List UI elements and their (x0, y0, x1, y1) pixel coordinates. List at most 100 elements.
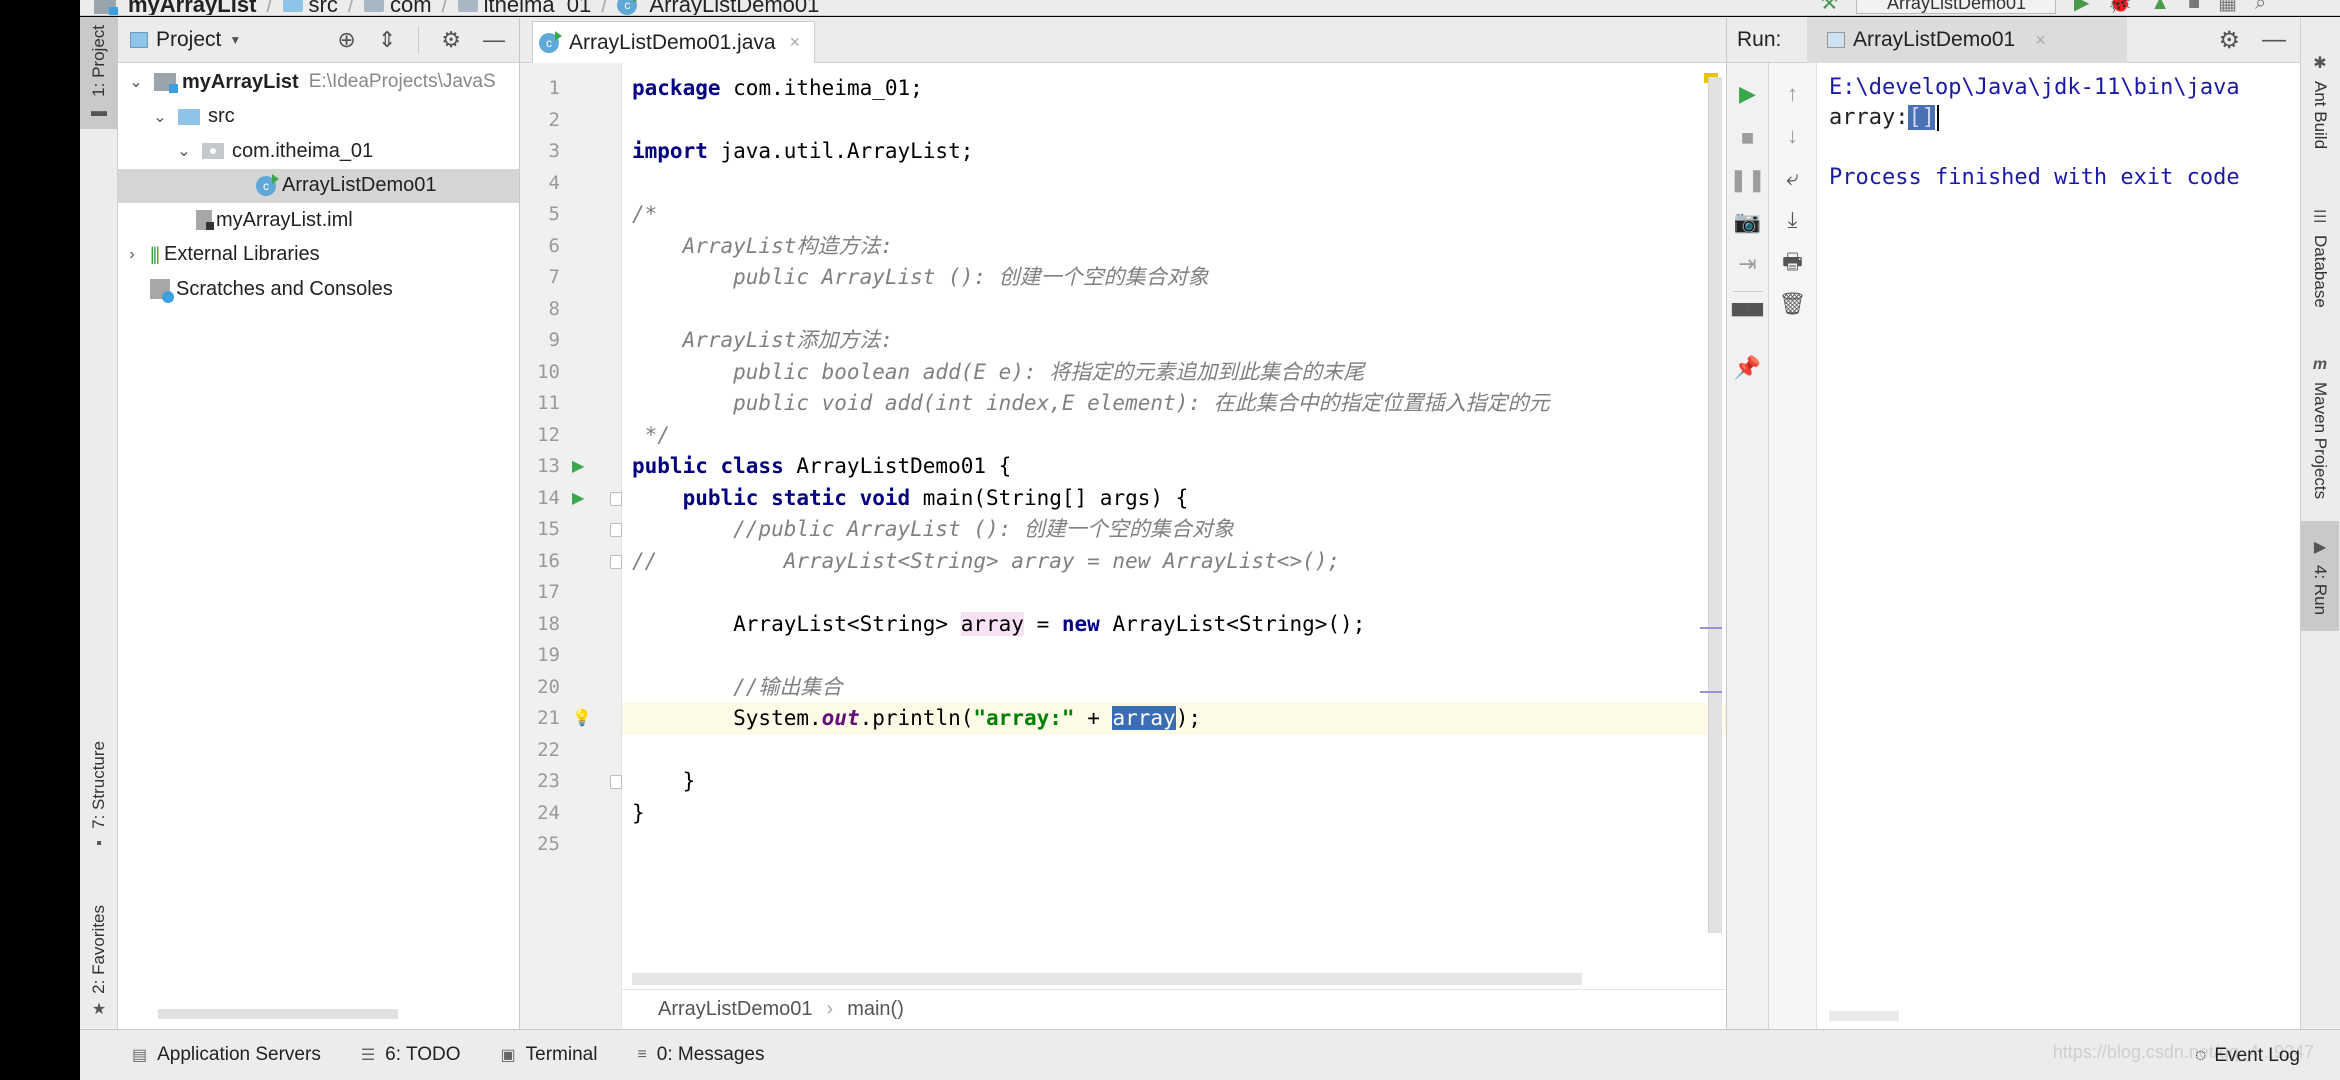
module-icon (94, 0, 118, 15)
print-icon[interactable]: 🖶 (1769, 247, 1816, 277)
fold-icon[interactable] (610, 491, 622, 506)
pause-icon[interactable]: ❚❚ (1727, 165, 1768, 195)
console-line-command: E:\develop\Java\jdk-11\bin\java (1829, 75, 2240, 100)
tool-button-application-servers[interactable]: ▤ Application Servers (132, 1044, 321, 1066)
breadcrumb-item[interactable]: com (363, 0, 432, 15)
tool-button-messages[interactable]: ≡ 0: Messages (637, 1044, 764, 1066)
project-structure-icon[interactable]: ▦ (2218, 0, 2237, 13)
vertical-scrollbar[interactable] (1700, 77, 1722, 933)
run-gutter-icon[interactable]: ▶ (572, 451, 584, 483)
run-icon[interactable]: ▶ (2074, 0, 2089, 13)
breadcrumb-item[interactable]: src (282, 0, 338, 15)
horizontal-scrollbar[interactable] (632, 973, 1582, 985)
folder-icon (282, 0, 303, 12)
class-icon: c (539, 30, 562, 53)
lightbulb-icon[interactable]: 💡 (572, 703, 592, 735)
chevron-down-icon[interactable]: ⌄ (128, 72, 144, 92)
scroll-to-end-icon[interactable]: ⤓ (1769, 205, 1816, 235)
text-cursor (1936, 105, 1939, 131)
breadcrumb-separator: / (347, 0, 354, 16)
tree-item-module[interactable]: ⌄ myArrayList E:\IdeaProjects\JavaS (118, 65, 519, 100)
project-view-icon (130, 31, 148, 48)
breadcrumb-item[interactable]: c ArrayListDemo01 (617, 0, 819, 15)
error-stripe-mark[interactable] (1700, 627, 1722, 629)
search-icon[interactable]: ⌕ (2255, 0, 2266, 13)
run-tab-arraylistdemo01[interactable]: ArrayListDemo01 × (1807, 17, 2127, 63)
breadcrumb-item[interactable]: itheima_01 (457, 0, 591, 15)
console-output[interactable]: E:\develop\Java\jdk-11\bin\java array:[]… (1829, 63, 2300, 1029)
class-icon: c (256, 173, 279, 196)
gear-icon[interactable]: ⚙ (441, 27, 461, 53)
arrow-down-icon[interactable]: ↓ (1769, 121, 1816, 151)
error-stripe-mark[interactable] (1700, 691, 1722, 693)
libraries-icon: ||| (150, 244, 160, 265)
breadcrumb-separator: / (441, 0, 448, 16)
trash-icon[interactable]: 🗑 (1769, 289, 1816, 319)
chevron-down-icon[interactable]: ⌄ (152, 107, 168, 127)
tool-tab-favorites[interactable]: 2: Favorites ★ (80, 887, 118, 1037)
project-view-select[interactable]: Project (156, 28, 221, 52)
tool-button-event-log[interactable]: ◌ Event Log (2195, 1030, 2300, 1080)
tree-item-class[interactable]: c ArrayListDemo01 (118, 168, 519, 203)
coverage-icon[interactable]: ▲ (2150, 0, 2170, 13)
code-line: 4 (548, 171, 560, 194)
soft-wrap-icon[interactable]: ⤶ (1769, 163, 1816, 193)
close-icon[interactable]: × (2035, 30, 2046, 51)
tool-button-terminal[interactable]: ▣ Terminal (501, 1044, 598, 1066)
gear-icon[interactable]: ⚙ (2218, 26, 2240, 55)
tool-tab-database[interactable]: ☰ Database (2301, 187, 2339, 327)
exit-icon[interactable]: ⇥ (1727, 249, 1768, 279)
status-bar: ▤ Application Servers ☰ 6: TODO ▣ Terminal … (80, 1029, 2340, 1080)
package-icon (363, 0, 384, 12)
code-line: 24} (537, 800, 645, 825)
tool-button-todo[interactable]: ☰ 6: TODO (361, 1044, 461, 1066)
chevron-down-icon[interactable]: ▼ (229, 33, 241, 47)
tree-item-src[interactable]: ⌄ src (118, 100, 519, 135)
tool-tab-maven-projects[interactable]: m Maven Projects (2301, 333, 2339, 523)
close-icon[interactable]: × (790, 32, 801, 53)
tool-tab-structure[interactable]: 7: Structure ▪ (80, 717, 118, 877)
code-line: 15 //public ArrayList (): 创建一个空的集合对象 (537, 517, 1234, 541)
tree-item-scratches[interactable]: Scratches and Consoles (118, 272, 519, 307)
breadcrumb-item[interactable]: myArrayList (94, 0, 256, 15)
rerun-icon[interactable]: ▶ (1727, 79, 1768, 109)
run-gutter-icon[interactable]: ▶ (572, 483, 584, 515)
editor-breadcrumb: ArrayListDemo01 › main() (622, 989, 1726, 1029)
horizontal-scrollbar[interactable] (1829, 1011, 1899, 1021)
chevron-right-icon[interactable]: › (124, 246, 140, 264)
collapse-all-icon[interactable]: ⇕ (378, 27, 396, 53)
pin-icon[interactable]: 📌 (1727, 353, 1768, 383)
run-configuration-select[interactable]: ArrayListDemo01 (1855, 0, 2056, 14)
breadcrumb-item[interactable]: ArrayListDemo01 (658, 998, 813, 1021)
tool-tab-project[interactable]: 1: Project ▬ (80, 17, 118, 129)
fold-icon[interactable] (610, 775, 622, 789)
hide-icon[interactable]: — (483, 27, 505, 53)
package-icon (202, 143, 224, 160)
code-line: 16// ArrayList<String> array = new Array… (537, 548, 1341, 573)
tool-tab-run[interactable]: ▶ 4: Run (2301, 521, 2339, 631)
build-hammer-icon[interactable]: ⚒ (1820, 0, 1838, 13)
code-line: 13 ▶ public class ArrayListDemo01 { (520, 451, 1726, 483)
editor-tab-arraylistdemo01[interactable]: c ArrayListDemo01.java × (532, 21, 816, 63)
debug-icon[interactable]: 🐞 (2107, 0, 2132, 13)
tree-item-iml[interactable]: myArrayList.iml (118, 203, 519, 238)
dump-threads-camera-icon[interactable]: 📷 (1727, 207, 1768, 237)
chevron-down-icon[interactable]: ⌄ (176, 141, 192, 161)
class-icon: c (617, 0, 641, 15)
horizontal-scrollbar[interactable] (158, 1009, 398, 1019)
tree-item-external-libraries[interactable]: › ||| External Libraries (118, 238, 519, 273)
arrow-up-icon[interactable]: ↑ (1769, 79, 1816, 109)
code-line: 5/* (548, 202, 658, 226)
iml-file-icon (196, 210, 214, 231)
fold-icon[interactable] (610, 554, 622, 569)
stop-icon[interactable]: ■ (1727, 123, 1768, 153)
tree-item-package[interactable]: ⌄ com.itheima_01 (118, 134, 519, 169)
event-log-icon: ◌ (2195, 1044, 2207, 1066)
tool-tab-ant-build[interactable]: ✱ Ant Build (2301, 31, 2339, 171)
hide-icon[interactable]: — (2262, 26, 2286, 54)
locate-icon[interactable]: ⊕ (337, 27, 355, 53)
fold-icon[interactable] (610, 523, 622, 537)
breadcrumb-item[interactable]: main() (847, 998, 904, 1021)
layout-icon[interactable]: ▀▀ (1727, 301, 1768, 331)
stop-icon[interactable]: ■ (2188, 0, 2200, 13)
